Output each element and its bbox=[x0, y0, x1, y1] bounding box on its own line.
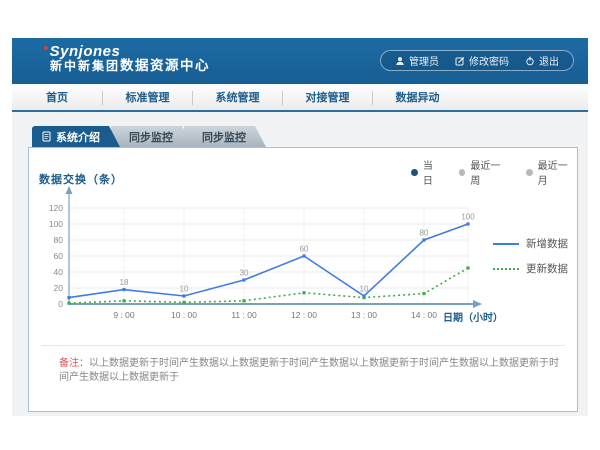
svg-text:30: 30 bbox=[240, 269, 249, 278]
tab-system-intro[interactable]: 系统介绍 bbox=[32, 126, 120, 147]
note-label: 备注： bbox=[59, 358, 89, 369]
svg-text:11 : 00: 11 : 00 bbox=[231, 310, 257, 320]
legend-label: 更新数据 bbox=[526, 261, 568, 276]
document-icon bbox=[42, 131, 51, 142]
admin-user-label: 管理员 bbox=[409, 53, 439, 68]
legend-item-new-data[interactable]: 新增数据 bbox=[493, 236, 568, 251]
tab-label: 系统介绍 bbox=[56, 129, 100, 145]
radio-dot-icon bbox=[411, 169, 418, 176]
user-icon bbox=[395, 56, 405, 66]
user-toolbar: 管理员 修改密码 退出 bbox=[380, 50, 574, 71]
svg-text:60: 60 bbox=[54, 251, 64, 261]
nav-item-system[interactable]: 系统管理 bbox=[192, 91, 282, 105]
svg-text:120: 120 bbox=[49, 203, 63, 213]
change-password-button[interactable]: 修改密码 bbox=[447, 53, 517, 68]
logo-red-dot-icon bbox=[44, 46, 48, 50]
tab-label: 同步监控 bbox=[202, 129, 246, 145]
tab-label: 同步监控 bbox=[129, 129, 173, 145]
page-title: 数据资源中心 bbox=[120, 54, 210, 74]
svg-text:日期（小时）: 日期（小时） bbox=[443, 311, 503, 324]
svg-text:20: 20 bbox=[54, 283, 64, 293]
svg-text:10: 10 bbox=[180, 285, 189, 294]
radio-label: 最近一周 bbox=[470, 157, 509, 187]
radio-label: 最近一月 bbox=[538, 157, 577, 187]
svg-text:18: 18 bbox=[120, 278, 129, 287]
chart-legend: 新增数据 更新数据 bbox=[493, 236, 568, 286]
admin-user-button[interactable]: 管理员 bbox=[387, 53, 447, 68]
brand-logo: Synjones 新中新集团 bbox=[42, 43, 128, 74]
radio-label: 当日 bbox=[423, 157, 443, 187]
app-header: Synjones 新中新集团 数据资源中心 管理员 修改密码 bbox=[12, 38, 588, 84]
svg-text:100: 100 bbox=[49, 219, 63, 229]
svg-text:0: 0 bbox=[58, 299, 63, 309]
svg-text:80: 80 bbox=[420, 229, 429, 238]
logo-text-cn: 新中新集团 bbox=[42, 60, 128, 74]
time-range-filter: 当日 最近一周 最近一月 bbox=[411, 157, 577, 187]
solid-line-swatch-icon bbox=[493, 243, 519, 245]
svg-text:13 : 00: 13 : 00 bbox=[351, 310, 377, 320]
dotted-line-swatch-icon bbox=[493, 268, 519, 270]
radio-dot-icon bbox=[459, 169, 466, 176]
change-password-label: 修改密码 bbox=[469, 53, 509, 68]
note-text: 以上数据更新于时间产生数据以上数据更新于时间产生数据以上数据更新于时间产生数据以… bbox=[59, 358, 559, 383]
radio-last-month[interactable]: 最近一月 bbox=[526, 157, 577, 187]
logout-button[interactable]: 退出 bbox=[517, 53, 567, 68]
logo-text-en: Synjones bbox=[42, 43, 128, 60]
legend-item-updated-data[interactable]: 更新数据 bbox=[493, 261, 568, 276]
svg-text:100: 100 bbox=[461, 213, 475, 222]
content-panel: 当日 最近一周 最近一月 数据交换（条） 0204060801001209 : … bbox=[28, 147, 578, 412]
nav-item-changes[interactable]: 数据异动 bbox=[372, 91, 462, 105]
svg-text:9 : 00: 9 : 00 bbox=[113, 310, 135, 320]
nav-item-home[interactable]: 首页 bbox=[12, 91, 102, 105]
svg-text:12 : 00: 12 : 00 bbox=[291, 310, 317, 320]
svg-text:10: 10 bbox=[360, 285, 369, 294]
divider bbox=[41, 345, 565, 346]
svg-text:14 : 00: 14 : 00 bbox=[411, 310, 437, 320]
legend-label: 新增数据 bbox=[526, 236, 568, 251]
nav-item-standards[interactable]: 标准管理 bbox=[102, 91, 192, 105]
svg-text:60: 60 bbox=[300, 245, 309, 254]
tab-sync-monitor-1[interactable]: 同步监控 bbox=[111, 126, 193, 147]
svg-text:10 : 00: 10 : 00 bbox=[171, 310, 197, 320]
tab-sync-monitor-2[interactable]: 同步监控 bbox=[184, 126, 266, 147]
main-nav: 首页 标准管理 系统管理 对接管理 数据异动 bbox=[12, 84, 588, 112]
svg-text:40: 40 bbox=[54, 267, 64, 277]
edit-icon bbox=[455, 56, 465, 66]
radio-today[interactable]: 当日 bbox=[411, 157, 443, 187]
radio-dot-icon bbox=[526, 169, 533, 176]
power-icon bbox=[525, 56, 535, 66]
nav-item-interface[interactable]: 对接管理 bbox=[282, 91, 372, 105]
radio-last-week[interactable]: 最近一周 bbox=[459, 157, 510, 187]
logout-label: 退出 bbox=[539, 53, 559, 68]
app-page: Synjones 新中新集团 数据资源中心 管理员 修改密码 bbox=[12, 38, 588, 416]
footer-note: 备注：以上数据更新于时间产生数据以上数据更新于时间产生数据以上数据更新于时间产生… bbox=[59, 357, 563, 385]
svg-text:80: 80 bbox=[54, 235, 64, 245]
tab-bar: 系统介绍 同步监控 同步监控 bbox=[32, 126, 588, 147]
